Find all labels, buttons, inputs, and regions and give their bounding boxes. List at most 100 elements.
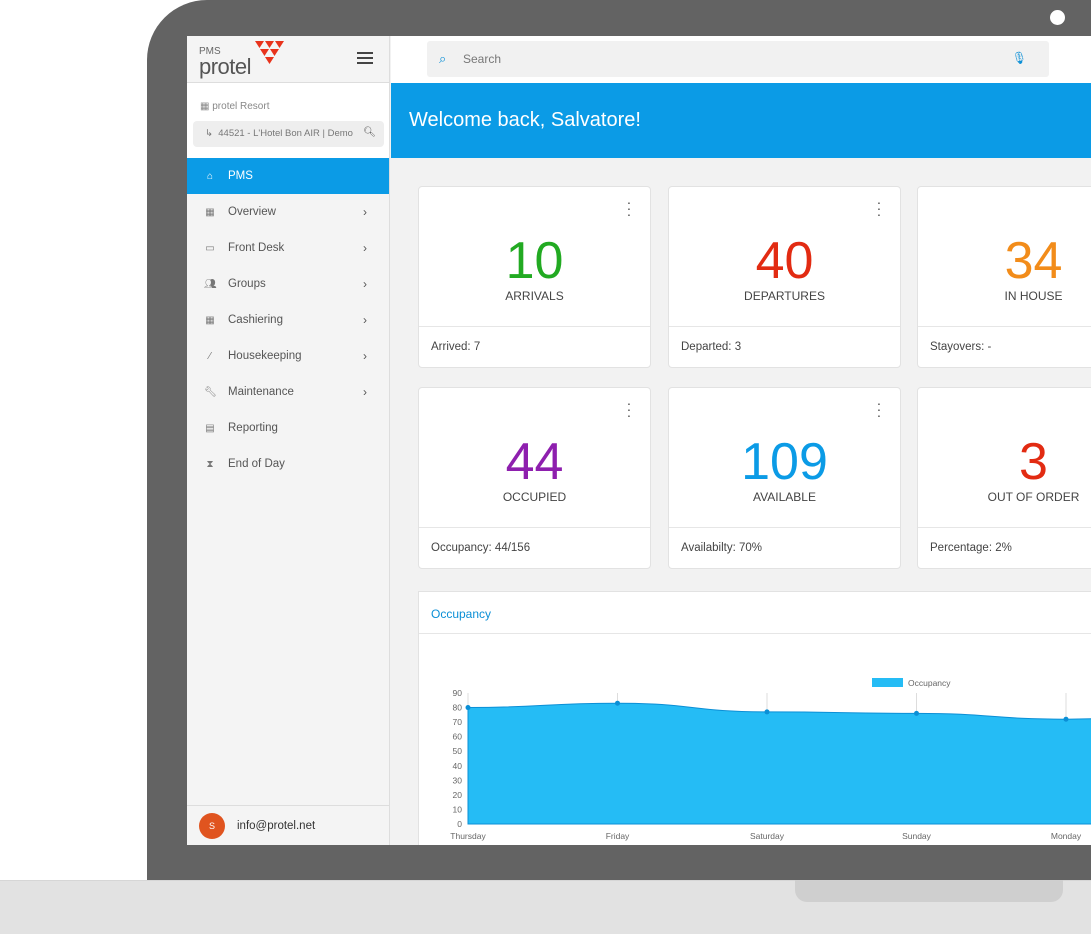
search-icon: ⌕ bbox=[439, 51, 447, 66]
avatar: S bbox=[199, 812, 225, 839]
x-tick-label: Monday bbox=[1051, 831, 1082, 841]
sidebar-item-reporting[interactable]: ▤ Reporting bbox=[187, 410, 389, 446]
stat-card-available: · · · 109 AVAILABLE Availabilty: 70% bbox=[668, 387, 901, 569]
hourglass-icon: ⧗ bbox=[206, 458, 214, 470]
y-tick-label: 0 bbox=[457, 819, 462, 829]
sidebar-item-overview[interactable]: ▦ Overview › bbox=[187, 194, 389, 230]
sidebar-item-pms[interactable]: ⌂ PMS bbox=[187, 158, 389, 194]
microphone-icon[interactable]: 🎙︎ bbox=[1012, 51, 1027, 65]
occupancy-chart: 0 10 20 30 40 50 60 70 80 90 Thursday Friday Saturda… bbox=[450, 678, 1091, 841]
legend-swatch bbox=[872, 678, 903, 687]
stat-value: 34 bbox=[1004, 232, 1063, 290]
sidebar-item-label: Maintenance bbox=[228, 386, 294, 398]
home-icon: ⌂ bbox=[206, 170, 214, 182]
y-tick-label: 60 bbox=[453, 732, 463, 742]
laptop-base-foot bbox=[795, 880, 1063, 902]
welcome-banner: Welcome back, Salvatore! bbox=[391, 83, 1091, 158]
sidebar-item-label: End of Day bbox=[228, 458, 285, 470]
logo: PMS protel bbox=[187, 36, 389, 83]
stat-value: 40 bbox=[755, 232, 814, 290]
protel-logo-icon bbox=[255, 41, 284, 64]
data-point bbox=[914, 710, 919, 716]
user-profile[interactable]: S info@protel.net bbox=[187, 805, 390, 845]
data-point bbox=[615, 700, 620, 706]
search-input[interactable]: ⌕ Search 🎙︎ bbox=[427, 41, 1049, 77]
y-tick-label: 20 bbox=[453, 790, 463, 800]
x-tick-label: Thursday bbox=[450, 831, 486, 841]
stat-value: 10 bbox=[505, 232, 564, 290]
sidebar-item-housekeeping[interactable]: ⁄ Housekeeping › bbox=[187, 338, 389, 374]
data-point bbox=[1063, 716, 1069, 722]
stat-card-arrivals: · · · 10 ARRIVALS Arrived: 7 bbox=[418, 186, 651, 368]
report-icon: ▤ bbox=[205, 422, 215, 434]
stat-label: IN HOUSE bbox=[1004, 289, 1063, 303]
sidebar-item-end-of-day[interactable]: ⧗ End of Day bbox=[187, 446, 389, 482]
calculator-icon: ▦ bbox=[205, 314, 215, 326]
top-bar: ⌕ Search 🎙︎ bbox=[391, 36, 1091, 83]
stat-footer: Occupancy: 44/156 bbox=[419, 527, 650, 568]
stat-label: AVAILABLE bbox=[753, 490, 816, 504]
hotel-selector[interactable]: ↳ 44521 - L'Hotel Bon AIR | Demo 🔍︎ bbox=[193, 121, 384, 147]
stat-card-occupied: · · · 44 OCCUPIED Occupancy: 44/156 bbox=[418, 387, 651, 569]
chevron-right-icon: › bbox=[363, 205, 367, 219]
hotel-selector-value: 44521 - L'Hotel Bon AIR | Demo bbox=[218, 128, 353, 139]
sidebar-item-label: Overview bbox=[228, 206, 276, 218]
data-point bbox=[764, 709, 770, 715]
sidebar-item-maintenance[interactable]: 🔧︎ Maintenance › bbox=[187, 374, 389, 410]
sidebar-item-label: Reporting bbox=[228, 422, 278, 434]
y-tick-label: 50 bbox=[453, 746, 463, 756]
sidebar-item-cashiering[interactable]: ▦ Cashiering › bbox=[187, 302, 389, 338]
stat-value: 109 bbox=[741, 433, 828, 491]
y-tick-label: 80 bbox=[453, 703, 463, 713]
sidebar-item-groups[interactable]: 👥︎ Groups › bbox=[187, 266, 389, 302]
sidebar: PMS protel ▦ protel Resort ↳ 44521 - L'H… bbox=[187, 36, 390, 845]
stat-card-in-house: ··· 34 IN HOUSE Stayovers: - bbox=[917, 186, 1091, 368]
sidebar-item-front-desk[interactable]: ▭ Front Desk › bbox=[187, 230, 389, 266]
hamburger-menu-icon[interactable] bbox=[357, 52, 373, 64]
chevron-right-icon: › bbox=[363, 313, 367, 327]
more-options-icon[interactable]: · · · bbox=[876, 195, 882, 221]
chevron-right-icon: › bbox=[363, 277, 367, 291]
stat-card-out-of-order: ··· 3 OUT OF ORDER Percentage: 2% bbox=[917, 387, 1091, 569]
stat-footer: Stayovers: - bbox=[918, 326, 1091, 367]
x-tick-label: Saturday bbox=[750, 831, 785, 841]
y-tick-label: 10 bbox=[453, 804, 463, 814]
grid-icon: ▦ bbox=[205, 206, 215, 218]
people-icon: 👥︎ bbox=[204, 278, 217, 290]
x-tick-label: Sunday bbox=[902, 831, 932, 841]
brand-name: protel bbox=[199, 54, 252, 79]
stat-label: ARRIVALS bbox=[505, 289, 564, 303]
sidebar-item-label: Housekeeping bbox=[228, 350, 302, 362]
occupancy-area bbox=[467, 702, 1091, 825]
occupancy-panel: Occupancy 0 10 20 30 40 50 60 70 80 90 Thursday Fri… bbox=[418, 591, 1091, 845]
stat-card-departures: · · · 40 DEPARTURES Departed: 3 bbox=[668, 186, 901, 368]
y-tick-label: 40 bbox=[453, 761, 463, 771]
data-point bbox=[465, 705, 471, 711]
stat-label: OCCUPIED bbox=[502, 490, 567, 504]
y-tick-label: 70 bbox=[453, 717, 463, 727]
sidebar-item-label: PMS bbox=[228, 170, 253, 182]
stat-footer: Arrived: 7 bbox=[419, 326, 650, 367]
more-options-icon[interactable]: · · · bbox=[626, 195, 632, 221]
legend-label: Occupancy bbox=[908, 678, 951, 688]
stat-footer: Availabilty: 70% bbox=[669, 527, 900, 568]
chevron-right-icon: › bbox=[363, 349, 367, 363]
stat-value: 44 bbox=[505, 433, 564, 491]
screen: PMS protel ▦ protel Resort ↳ 44521 - L'H… bbox=[187, 36, 1091, 845]
brush-icon: ⁄ bbox=[209, 350, 211, 362]
search-icon[interactable]: 🔍︎ bbox=[363, 127, 376, 138]
desk-icon: ▭ bbox=[205, 242, 215, 254]
more-options-icon[interactable]: · · · bbox=[876, 396, 882, 422]
stat-label: OUT OF ORDER bbox=[987, 490, 1080, 504]
user-email: info@protel.net bbox=[237, 819, 316, 832]
property-label: protel Resort bbox=[212, 101, 270, 112]
wrench-icon: 🔧︎ bbox=[204, 386, 217, 398]
sidebar-item-label: Groups bbox=[228, 278, 266, 290]
stat-footer: Percentage: 2% bbox=[918, 527, 1091, 568]
stat-value: 3 bbox=[1019, 433, 1048, 491]
occupancy-title: Occupancy bbox=[419, 592, 1091, 634]
chevron-right-icon: › bbox=[363, 385, 367, 399]
y-tick-label: 30 bbox=[453, 775, 463, 785]
more-options-icon[interactable]: · · · bbox=[626, 396, 632, 422]
chevron-right-icon: › bbox=[363, 241, 367, 255]
